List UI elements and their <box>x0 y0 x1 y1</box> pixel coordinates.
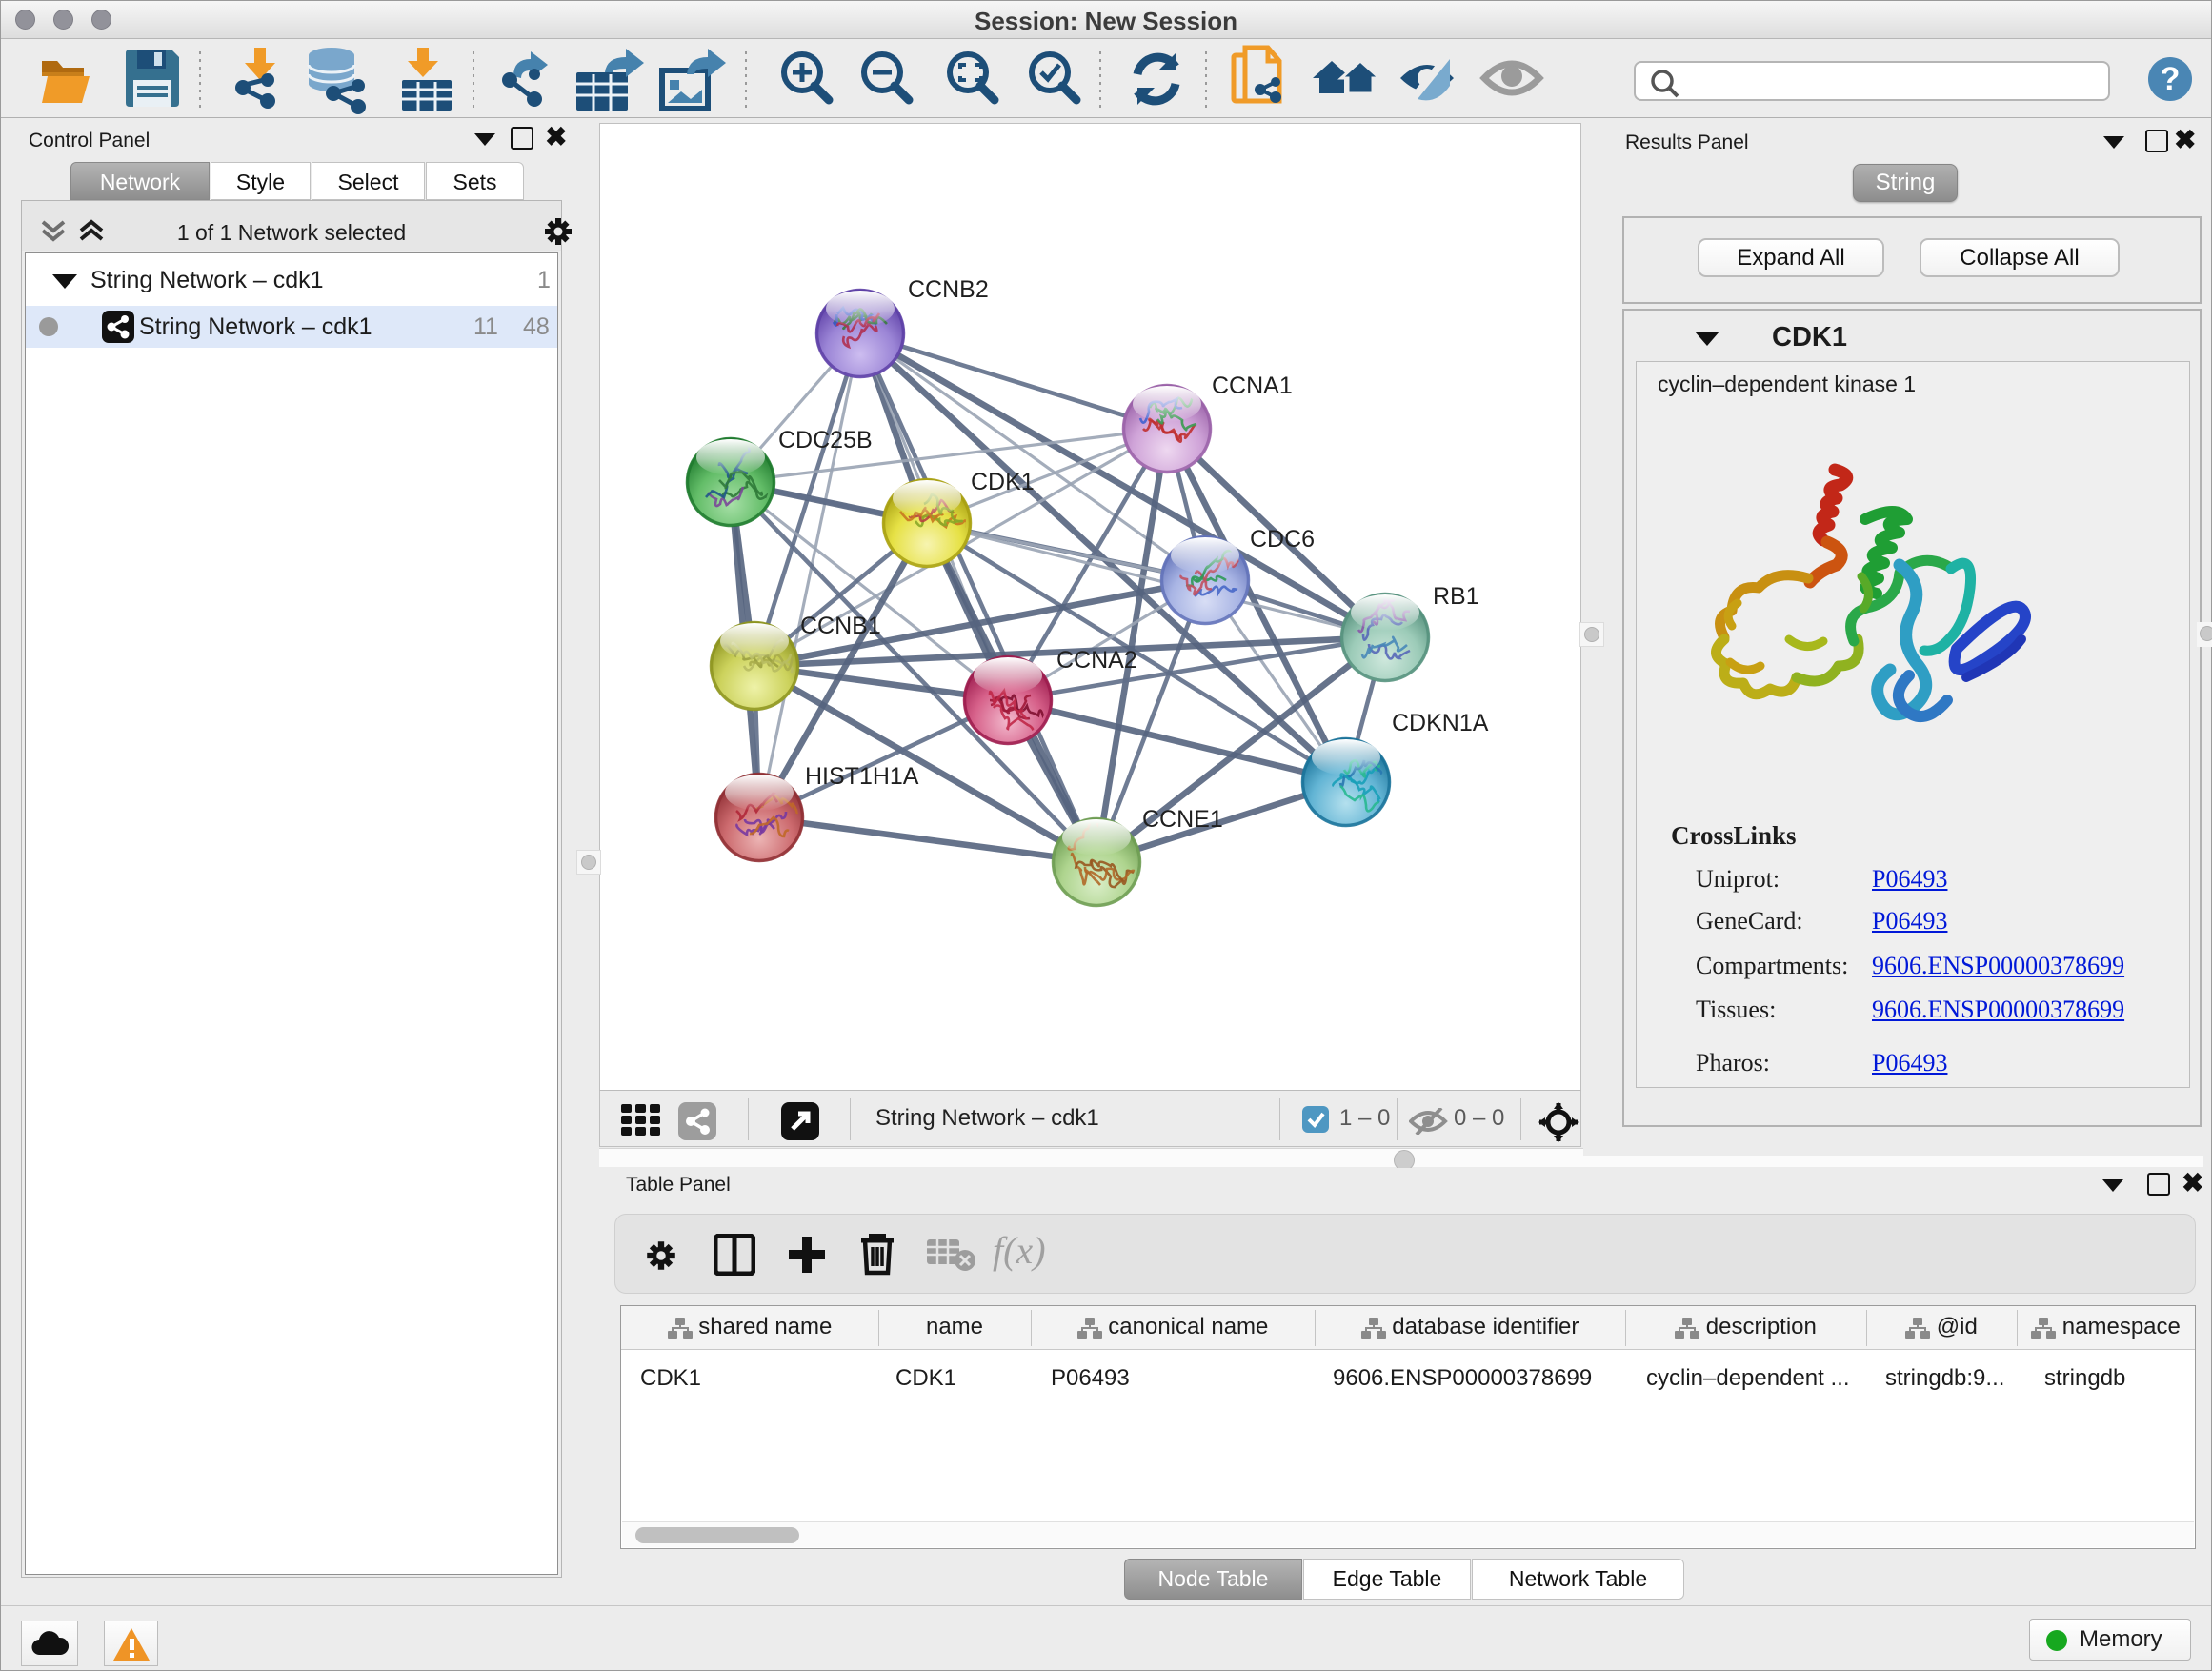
svg-text:CDC6: CDC6 <box>1250 526 1315 553</box>
svg-text:CCNE1: CCNE1 <box>1142 806 1223 833</box>
svg-text:CDC25B: CDC25B <box>778 427 873 453</box>
svg-text:CCNB1: CCNB1 <box>800 613 881 639</box>
svg-text:CCNA1: CCNA1 <box>1212 372 1293 399</box>
svg-text:RB1: RB1 <box>1433 583 1479 610</box>
svg-text:CCNB2: CCNB2 <box>908 276 989 303</box>
svg-text:CDK1: CDK1 <box>971 469 1035 495</box>
svg-text:CDKN1A: CDKN1A <box>1392 710 1489 736</box>
svg-text:CCNA2: CCNA2 <box>1056 647 1137 674</box>
svg-text:HIST1H1A: HIST1H1A <box>805 763 919 790</box>
